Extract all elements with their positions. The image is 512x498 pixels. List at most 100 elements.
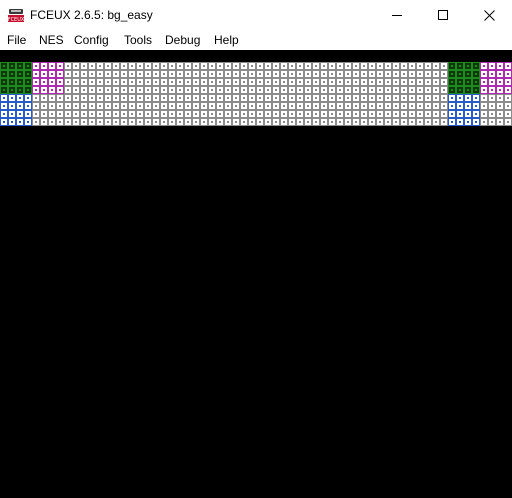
maximize-button[interactable] xyxy=(420,0,466,30)
bg-tile xyxy=(224,78,240,94)
bg-tile xyxy=(432,78,448,94)
bg-tile xyxy=(16,94,32,110)
bg-tile xyxy=(160,78,176,94)
bg-tile xyxy=(448,110,464,126)
minimize-icon xyxy=(392,15,402,16)
bg-tile xyxy=(144,62,160,78)
bg-tile xyxy=(112,78,128,94)
bg-tile xyxy=(368,78,384,94)
bg-tile xyxy=(336,78,352,94)
bg-tile xyxy=(224,62,240,78)
bg-tile xyxy=(464,94,480,110)
bg-tile xyxy=(256,94,272,110)
bg-tile xyxy=(496,62,512,78)
menu-file[interactable]: File xyxy=(7,30,26,50)
bg-tile xyxy=(464,62,480,78)
bg-tile xyxy=(80,110,96,126)
bg-tile xyxy=(64,62,80,78)
bg-tile xyxy=(144,94,160,110)
bg-tile xyxy=(176,78,192,94)
bg-tile xyxy=(448,78,464,94)
bg-tile xyxy=(0,94,16,110)
close-icon xyxy=(483,9,495,21)
menu-help[interactable]: Help xyxy=(214,30,239,50)
bg-tile xyxy=(304,62,320,78)
bg-tile xyxy=(192,110,208,126)
menu-debug[interactable]: Debug xyxy=(165,30,200,50)
bg-tile xyxy=(384,94,400,110)
bg-tile xyxy=(288,62,304,78)
bg-tile xyxy=(352,78,368,94)
bg-tile xyxy=(400,110,416,126)
bg-tile xyxy=(80,78,96,94)
title-bar: FCEUX FCEUX 2.6.5: bg_easy xyxy=(0,0,512,30)
bg-tile xyxy=(432,110,448,126)
bg-tile xyxy=(256,110,272,126)
bg-tile xyxy=(144,110,160,126)
bg-tile xyxy=(32,110,48,126)
bg-tile xyxy=(208,78,224,94)
bg-tile xyxy=(208,110,224,126)
bg-tile xyxy=(192,78,208,94)
bg-tile xyxy=(32,78,48,94)
bg-tile xyxy=(384,110,400,126)
bg-tile xyxy=(240,62,256,78)
bg-tile xyxy=(64,78,80,94)
bg-tile xyxy=(0,62,16,78)
bg-tile xyxy=(336,62,352,78)
bg-tile xyxy=(320,78,336,94)
bg-tile xyxy=(352,94,368,110)
bg-tile xyxy=(368,94,384,110)
bg-tile xyxy=(480,110,496,126)
bg-tile xyxy=(384,78,400,94)
bg-tile xyxy=(432,62,448,78)
bg-tile xyxy=(160,94,176,110)
bg-tile xyxy=(64,94,80,110)
background-tile-grid xyxy=(0,62,512,126)
bg-tile xyxy=(112,110,128,126)
bg-tile xyxy=(192,94,208,110)
bg-tile xyxy=(416,110,432,126)
bg-tile xyxy=(144,78,160,94)
bg-tile xyxy=(128,94,144,110)
bg-tile xyxy=(480,94,496,110)
bg-tile xyxy=(16,62,32,78)
bg-tile xyxy=(48,94,64,110)
menu-tools[interactable]: Tools xyxy=(124,30,152,50)
bg-tile xyxy=(480,62,496,78)
bg-tile xyxy=(32,94,48,110)
bg-tile xyxy=(208,62,224,78)
bg-tile xyxy=(272,94,288,110)
bg-tile xyxy=(80,62,96,78)
bg-tile xyxy=(208,94,224,110)
bg-tile xyxy=(160,110,176,126)
bg-tile xyxy=(48,110,64,126)
bg-tile xyxy=(160,62,176,78)
bg-tile xyxy=(224,94,240,110)
bg-tile xyxy=(16,110,32,126)
bg-tile xyxy=(112,62,128,78)
bg-tile xyxy=(496,110,512,126)
bg-tile xyxy=(416,78,432,94)
bg-tile xyxy=(448,94,464,110)
bg-tile xyxy=(320,94,336,110)
bg-tile xyxy=(464,78,480,94)
bg-tile xyxy=(400,94,416,110)
bg-tile xyxy=(320,62,336,78)
close-button[interactable] xyxy=(466,0,512,30)
bg-tile xyxy=(96,110,112,126)
menu-config[interactable]: Config xyxy=(74,30,109,50)
bg-tile xyxy=(256,78,272,94)
minimize-button[interactable] xyxy=(374,0,420,30)
window-title: FCEUX 2.6.5: bg_easy xyxy=(30,8,153,22)
maximize-icon xyxy=(438,10,448,20)
game-screen[interactable] xyxy=(0,50,512,498)
bg-tile xyxy=(240,110,256,126)
bg-tile xyxy=(96,62,112,78)
bg-tile xyxy=(272,62,288,78)
menu-nes[interactable]: NES xyxy=(39,30,64,50)
bg-tile xyxy=(112,94,128,110)
bg-tile xyxy=(400,62,416,78)
bg-tile xyxy=(416,62,432,78)
bg-tile xyxy=(288,78,304,94)
